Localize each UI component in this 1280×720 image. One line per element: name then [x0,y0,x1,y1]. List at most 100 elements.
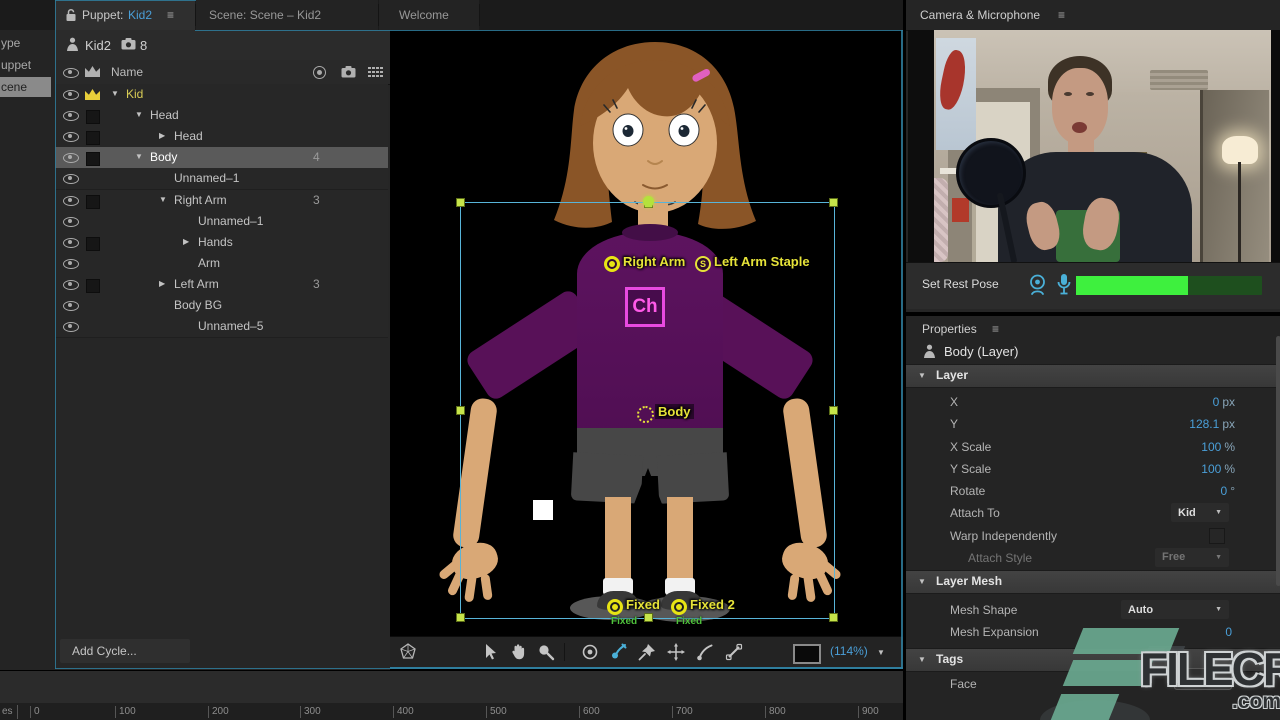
handle-tool-icon[interactable] [580,642,600,662]
project-item[interactable]: cene [0,77,51,97]
layer-tree-row[interactable]: ▼Right Arm3 [55,190,388,212]
scrollbar-thumb[interactable] [1276,336,1280,586]
property-value[interactable]: 100 [1201,440,1221,454]
zoom-tool-icon[interactable] [536,642,556,662]
selection-handle-bottom-center[interactable] [644,613,653,622]
selection-handle-mid-left[interactable] [456,406,465,415]
layer-checkbox[interactable] [86,279,100,293]
property-value[interactable]: 128.1 [1189,417,1219,431]
eye-icon[interactable] [63,174,79,184]
crown-column-icon[interactable] [85,66,100,77]
add-cycle-button[interactable]: Add Cycle... [60,639,190,663]
eye-icon[interactable] [63,217,79,227]
transform-tool-icon[interactable] [666,642,686,662]
record-dot-icon[interactable] [313,66,326,79]
layer-tree-row[interactable]: ▼Body4 [55,147,388,169]
layer-tree-row[interactable]: ▼Head [55,105,388,127]
set-rest-pose-button[interactable]: Set Rest Pose [922,277,999,291]
timeline-ruler[interactable]: es 0100200300400500600700800900 [0,703,903,720]
puppet-canvas[interactable]: Ch Right Arm S Left Arm Staple Body [390,30,905,670]
hand-tool-icon[interactable] [508,642,528,662]
dragger-tool-icon[interactable] [608,642,628,662]
selection-handle-top-left[interactable] [456,198,465,207]
right-arm-handle-icon[interactable] [604,256,620,272]
panel-menu-icon[interactable]: ≡ [1058,8,1065,22]
eye-icon[interactable] [63,259,79,269]
mesh-shape-dropdown[interactable]: Auto▼ [1121,600,1229,619]
property-value[interactable]: 100 [1201,462,1221,476]
eye-icon[interactable] [63,301,79,311]
layer-checkbox[interactable] [86,195,100,209]
selection-handle-bottom-right[interactable] [829,613,838,622]
visibility-column-icon[interactable] [63,68,79,78]
face-tag-chip[interactable] [1174,668,1232,690]
panel-menu-icon[interactable]: ≡ [167,0,174,30]
warp-independently-checkbox[interactable] [1209,528,1225,544]
white-marker-square[interactable] [533,500,553,520]
fixed-handle-icon[interactable] [607,599,623,615]
layer-checkbox[interactable] [86,110,100,124]
project-item[interactable]: ype [0,33,51,53]
dangle-tool-icon[interactable] [695,642,715,662]
tab-scene[interactable]: Scene: Scene – Kid2 [196,0,378,30]
stick-tool-icon[interactable] [724,642,744,662]
eye-icon[interactable] [63,153,79,163]
zoom-chevron-down-icon[interactable]: ▼ [877,648,885,657]
layer-tree-row[interactable]: Unnamed–1 [55,211,388,233]
collapse-arrow-icon[interactable]: ▼ [135,110,143,119]
collapse-arrow-icon[interactable]: ▼ [159,195,167,204]
layer-tree-row[interactable]: Unnamed–5 [55,316,388,338]
tab-strip: Puppet: Kid2 ≡ Scene: Scene – Kid2 Welco… [55,0,903,30]
right-column: Camera & Microphone ≡ [903,0,1280,720]
attach-to-dropdown[interactable]: Kid▼ [1171,503,1229,522]
background-swatch[interactable] [793,644,821,664]
layer-tree-row[interactable]: ▶Hands [55,232,388,254]
selection-handle-bottom-left[interactable] [456,613,465,622]
mesh-toggle-icon[interactable] [398,642,418,662]
expand-arrow-icon[interactable]: ▶ [159,279,165,288]
select-tool-icon[interactable] [480,642,500,662]
mesh-grid-icon[interactable] [368,67,384,77]
body-handle-icon[interactable] [637,406,654,423]
layer-checkbox[interactable] [86,237,100,251]
layer-tree-row[interactable]: Unnamed–1 [55,168,388,190]
eye-icon[interactable] [63,132,79,142]
layer-checkbox[interactable] [86,131,100,145]
layer-tree-row[interactable]: ▶Head [55,126,388,148]
eye-icon[interactable] [63,90,79,100]
eye-icon[interactable] [63,280,79,290]
origin-handle[interactable] [643,196,654,207]
property-value[interactable]: 0 [1213,395,1220,409]
pin-tool-icon[interactable] [637,642,657,662]
collapse-arrow-icon[interactable]: ▼ [111,89,119,98]
layer-tree-row[interactable]: Body BG [55,295,388,317]
fixed2-handle-icon[interactable] [671,599,687,615]
camera-column-icon[interactable] [341,66,356,78]
project-item[interactable]: uppet [0,55,51,75]
layer-tree-row[interactable]: ▼Kid [55,84,388,106]
selection-handle-top-right[interactable] [829,198,838,207]
tab-puppet[interactable]: Puppet: Kid2 ≡ [55,0,195,30]
property-value[interactable]: 0 [1225,625,1232,639]
expand-arrow-icon[interactable]: ▶ [159,131,165,140]
microphone-icon[interactable] [1056,273,1072,296]
eye-icon[interactable] [63,111,79,121]
layer-tree-row[interactable]: Arm [55,253,388,275]
property-value[interactable]: 0 [1221,484,1228,498]
attach-style-dropdown[interactable]: Free▼ [1155,548,1229,567]
eye-icon[interactable] [63,196,79,206]
person-eye [1064,92,1072,96]
layer-checkbox[interactable] [86,152,100,166]
webcam-icon[interactable] [1028,274,1047,296]
expand-arrow-icon[interactable]: ▶ [183,237,189,246]
eye-icon[interactable] [63,238,79,248]
zoom-level-label[interactable]: (114%) [830,644,868,658]
puppet-icon [66,37,79,52]
crown-icon[interactable] [85,89,100,100]
tab-welcome[interactable]: Welcome [379,0,479,30]
selection-handle-mid-right[interactable] [829,406,838,415]
collapse-arrow-icon[interactable]: ▼ [135,152,143,161]
layer-tree-row[interactable]: ▶Left Arm3 [55,274,388,296]
eye-icon[interactable] [63,322,79,332]
staple-badge-icon[interactable]: S [695,256,711,272]
